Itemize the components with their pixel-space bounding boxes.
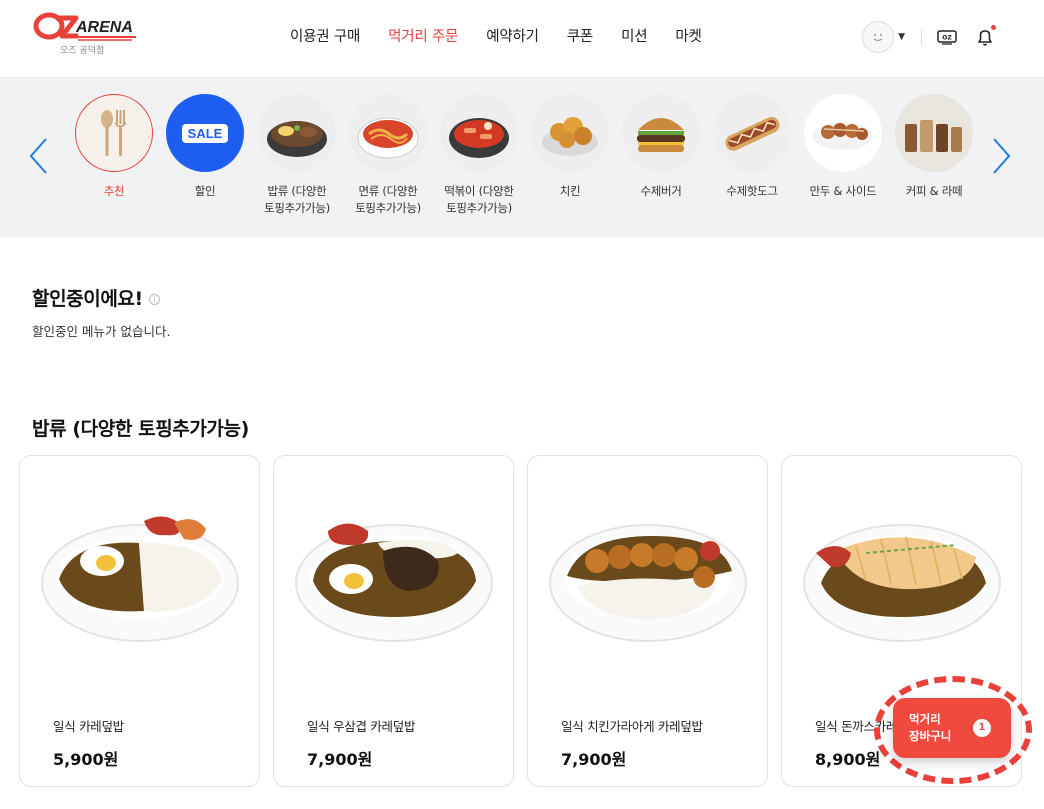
category-carousel: 추천 SALE 할인 밥류 (다양한 토핑추가가능) 면류 (다양한 토핑추가가… — [0, 78, 1044, 237]
category-noodles[interactable]: 면류 (다양한 토핑추가가능) — [343, 94, 433, 217]
rice-section-title: 밥류 (다양한 토핑추가가능) — [32, 418, 249, 440]
category-label-line2: 토핑추가가능) — [355, 201, 421, 215]
menu-price: 7,900원 — [307, 750, 373, 769]
cart-count-badge: 1 — [973, 719, 991, 737]
category-hotdog[interactable]: 수제핫도그 — [707, 94, 797, 200]
nav-reservation[interactable]: 예약하기 — [486, 25, 539, 46]
header-actions: ▼ OZ — [862, 20, 996, 54]
menu-card[interactable]: 일식 우삼겹 카레덮밥 7,900원 — [273, 455, 514, 787]
menu-card[interactable]: 일식 카레덮밥 5,900원 — [19, 455, 260, 787]
caret-down-icon[interactable]: ▼ — [898, 32, 905, 42]
category-dumplings-sides[interactable]: 만두 & 사이드 — [798, 94, 888, 200]
category-chicken[interactable]: 치킨 — [525, 94, 615, 200]
category-label: 만두 & 사이드 — [809, 184, 877, 198]
nav-coupon[interactable]: 쿠폰 — [567, 25, 593, 46]
category-label-line2: 토핑추가가능) — [264, 201, 330, 215]
category-label: 밥류 (다양한 — [267, 184, 327, 198]
info-icon[interactable]: i — [148, 294, 160, 305]
svg-text:OZ: OZ — [942, 35, 952, 42]
menu-name: 일식 우삼겹 카레덮밥 — [307, 719, 416, 734]
category-sale[interactable]: SALE 할인 — [160, 94, 250, 200]
category-label: 수제핫도그 — [726, 184, 778, 198]
chevron-left-icon[interactable] — [26, 136, 50, 176]
beef-curry-rice-image — [288, 491, 500, 661]
bell-icon[interactable] — [974, 25, 996, 48]
category-coffee-latte[interactable]: 커피 & 라떼 — [889, 94, 979, 200]
category-label: 면류 (다양한 — [358, 184, 418, 198]
chevron-right-icon[interactable] — [990, 136, 1014, 176]
branch-name: 오즈 공덕점 — [60, 46, 105, 56]
notification-dot — [991, 25, 996, 30]
category-label: 떡볶이 (다양한 — [444, 184, 514, 198]
cart-label-line2: 장바구니 — [909, 729, 952, 743]
noodle-icon — [349, 94, 427, 172]
hotdog-icon — [713, 94, 791, 172]
nav-buy-pass[interactable]: 이용권 구매 — [290, 25, 360, 46]
menu-name: 일식 카레덮밥 — [53, 719, 124, 734]
category-label: 추천 — [103, 184, 125, 198]
category-burger[interactable]: 수제버거 — [616, 94, 706, 200]
menu-price: 8,900원 — [815, 750, 881, 769]
menu-price: 7,900원 — [561, 750, 627, 769]
sale-badge: SALE — [181, 123, 229, 143]
category-tteokbokki[interactable]: 떡볶이 (다양한 토핑추가가능) — [434, 94, 524, 217]
burger-icon — [622, 94, 700, 172]
tteokbokki-icon — [440, 94, 518, 172]
coffee-icon — [895, 94, 973, 172]
sale-icon: SALE — [166, 94, 244, 172]
chicken-icon — [531, 94, 609, 172]
smiley-avatar-icon[interactable] — [862, 21, 895, 53]
nav-mission[interactable]: 미션 — [621, 25, 647, 46]
svg-text:ARENA: ARENA — [75, 19, 133, 36]
oz-card-icon[interactable]: OZ — [936, 26, 958, 48]
cart-label-line1: 먹거리 — [909, 712, 941, 726]
food-cart-button[interactable]: 먹거리 장바구니 1 — [893, 698, 1011, 758]
category-label: 치킨 — [559, 184, 581, 198]
nav-market[interactable]: 마켓 — [675, 25, 701, 46]
top-header: ARENA 오즈 공덕점 이용권 구매 먹거리 주문 예약하기 쿠폰 미션 마켓… — [0, 0, 1044, 78]
chicken-karaage-curry-image — [542, 491, 754, 661]
discount-section-title: 할인중이에요! i — [32, 284, 160, 311]
menu-card[interactable]: 일식 치킨가라아게 카레덮밥 7,900원 — [527, 455, 768, 787]
discount-empty-message: 할인중인 메뉴가 없습니다. — [32, 324, 171, 339]
takoyaki-icon — [804, 94, 882, 172]
category-label-line2: 토핑추가가능) — [446, 201, 512, 215]
category-recommended[interactable]: 추천 — [69, 94, 159, 200]
discount-title-text: 할인중이에요! — [32, 288, 143, 310]
category-label: 수제버거 — [640, 184, 682, 198]
rice-bowl-icon — [258, 94, 336, 172]
menu-name: 일식 치킨가라아게 카레덮밥 — [561, 719, 703, 734]
pork-cutlet-curry-image — [796, 491, 1008, 661]
category-label: 커피 & 라떼 — [905, 184, 963, 198]
main-nav: 이용권 구매 먹거리 주문 예약하기 쿠폰 미션 마켓 — [290, 25, 730, 46]
curry-rice-image — [34, 491, 246, 661]
divider — [921, 29, 922, 45]
category-rice[interactable]: 밥류 (다양한 토핑추가가능) — [252, 94, 342, 217]
nav-food-order[interactable]: 먹거리 주문 — [388, 25, 458, 46]
menu-price: 5,900원 — [53, 750, 119, 769]
cutlery-icon — [75, 94, 153, 172]
category-label: 할인 — [194, 184, 216, 198]
